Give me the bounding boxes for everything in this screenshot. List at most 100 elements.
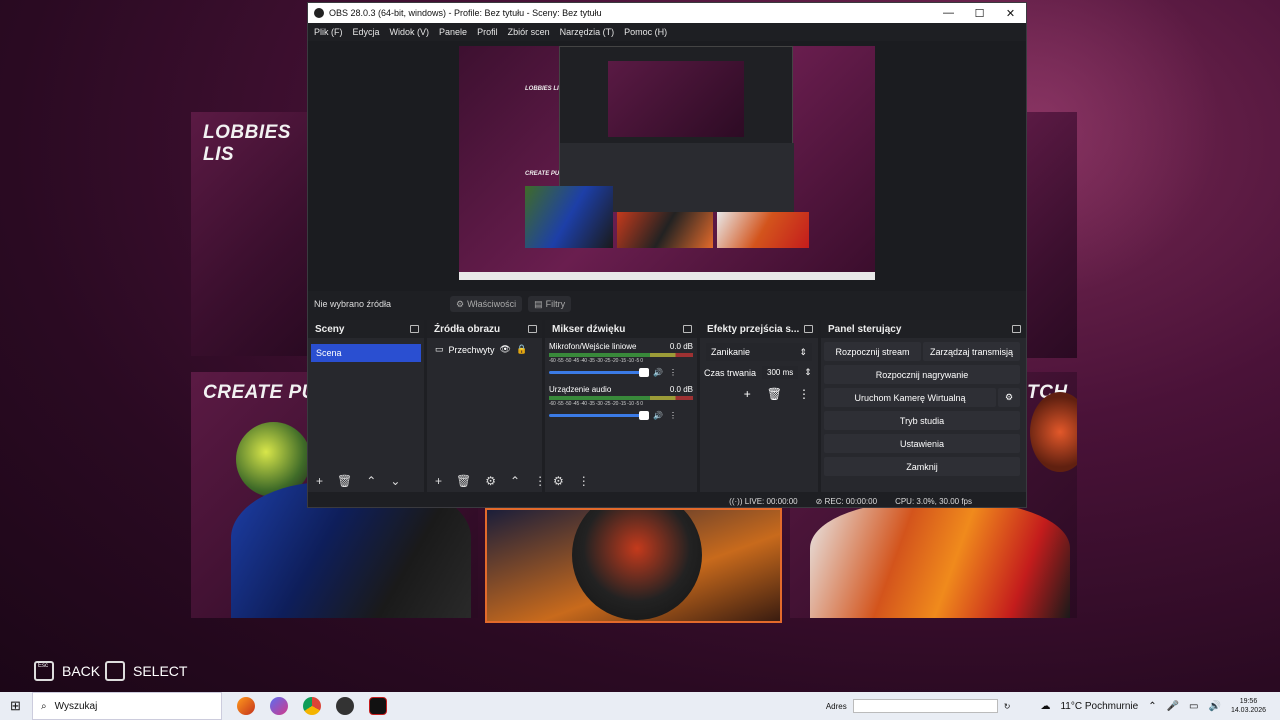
refresh-icon[interactable]: ↻ xyxy=(1004,702,1011,711)
network-icon[interactable]: ▭ xyxy=(1189,701,1198,712)
chrome-icon[interactable] xyxy=(303,697,321,715)
close-button[interactable]: ✕ xyxy=(995,7,1026,20)
chevron-up-icon[interactable]: ⌃ xyxy=(1148,701,1156,712)
exit-button[interactable]: Zamknij xyxy=(824,457,1020,476)
add-icon[interactable]: + xyxy=(744,387,751,401)
add-icon[interactable]: + xyxy=(316,474,323,488)
clock[interactable]: 19:56 14.03.2026 xyxy=(1231,697,1266,715)
search-placeholder: Wyszukaj xyxy=(54,700,98,712)
scene-item[interactable]: Scena xyxy=(311,344,421,362)
undock-icon[interactable] xyxy=(1012,325,1021,333)
minimize-button[interactable]: — xyxy=(933,7,964,20)
menu-scene-collection[interactable]: Zbiór scen xyxy=(508,27,550,37)
nested-inner-preview xyxy=(608,61,744,137)
undock-icon[interactable] xyxy=(528,325,537,333)
preview-taskbar xyxy=(459,272,875,280)
game-taskbar-icon[interactable] xyxy=(369,697,387,715)
stepper-icon[interactable]: ⇕ xyxy=(804,367,812,378)
add-icon[interactable]: + xyxy=(435,474,442,488)
obs-titlebar[interactable]: OBS 28.0.3 (64-bit, windows) - Profile: … xyxy=(308,3,1026,23)
transition-value: Zanikanie xyxy=(711,347,751,357)
volume-slider[interactable] xyxy=(549,368,649,377)
properties-button[interactable]: ⚙ Właściwości xyxy=(450,296,523,312)
transition-select[interactable]: Zanikanie ⇕ xyxy=(706,343,812,361)
speaker-icon[interactable]: 🔊 xyxy=(653,368,663,377)
kebab-menu-icon[interactable]: ⋮ xyxy=(578,474,590,488)
speaker-icon[interactable]: 🔊 xyxy=(653,411,663,420)
microphone-icon[interactable]: 🎤 xyxy=(1167,701,1179,712)
chevron-up-icon[interactable]: ⌃ xyxy=(510,474,520,488)
program-preview[interactable]: LOBBIES LIS CREATE PUE xyxy=(459,46,875,280)
obs-taskbar-icon[interactable] xyxy=(336,697,354,715)
messenger-icon[interactable] xyxy=(270,697,288,715)
studio-mode-button[interactable]: Tryb studia xyxy=(824,411,1020,430)
lock-icon[interactable]: 🔒 xyxy=(516,344,527,355)
right-top-card[interactable] xyxy=(1027,112,1077,358)
kebab-menu-icon[interactable]: ⋮ xyxy=(798,387,810,401)
menu-docks[interactable]: Panele xyxy=(439,27,467,37)
eye-icon[interactable]: 👁 xyxy=(500,344,511,355)
taskbar-search[interactable]: ⌕ Wyszukaj xyxy=(32,692,222,720)
meter-ticks: -60 -55 -50 -45 -40 -35 -30 -25 -20 -15 … xyxy=(549,401,643,407)
address-toolbar: Adres ↻ xyxy=(826,699,1011,713)
chevron-down-icon[interactable]: ⌄ xyxy=(390,474,400,488)
start-stream-button[interactable]: Rozpocznij stream xyxy=(824,342,921,361)
select-label: SELECT xyxy=(133,663,188,679)
broadcast-icon: ((·)) xyxy=(729,496,745,506)
virtual-camera-settings-icon[interactable]: ⚙ xyxy=(998,388,1020,407)
trash-icon[interactable]: 🗑 xyxy=(767,387,782,401)
undock-icon[interactable] xyxy=(804,325,813,333)
obs-window: OBS 28.0.3 (64-bit, windows) - Profile: … xyxy=(307,2,1027,508)
manage-broadcast-button[interactable]: Zarządzaj transmisją xyxy=(923,342,1020,361)
lobbies-list-card[interactable]: LOBBIES LIS xyxy=(191,112,308,356)
select-hint[interactable]: SELECT xyxy=(105,661,187,681)
kebab-menu-icon[interactable]: ⋮ xyxy=(669,411,677,420)
duration-input[interactable]: 300 ms xyxy=(762,366,799,379)
menu-tools[interactable]: Narzędzia (T) xyxy=(560,27,615,37)
source-item[interactable]: ▭ Przechwyty 👁 🔒 xyxy=(435,344,538,355)
start-button-icon[interactable]: ⊞ xyxy=(10,698,21,714)
audio-mixer-dock: Mikser dźwięku Mikrofon/Wejście liniowe 0… xyxy=(545,320,697,492)
weather-text[interactable]: 11°C Pochmurnie xyxy=(1060,701,1138,712)
updown-icon: ⇕ xyxy=(799,346,807,357)
mixer-channel-desktop: Urządzenie audio 0.0 dB -60 -55 -50 -45 -… xyxy=(545,381,697,420)
sources-title: Źródła obrazu xyxy=(434,323,501,335)
volume-icon[interactable]: 🔊 xyxy=(1209,701,1221,712)
filters-button[interactable]: ▤ Filtry xyxy=(528,296,572,312)
channel-level: 0.0 dB xyxy=(669,385,693,394)
cpu-status: CPU: 3.0%, 30.00 fps xyxy=(895,496,972,506)
gear-icon: ⚙ xyxy=(456,298,465,309)
source-toolbar: Nie wybrano źródła ⚙ Właściwości ▤ Filtry xyxy=(308,293,1026,315)
maximize-button[interactable]: ☐ xyxy=(964,7,995,20)
menu-file[interactable]: Plik (F) xyxy=(314,27,343,37)
slider-handle[interactable] xyxy=(639,411,649,420)
filter-icon: ▤ xyxy=(534,298,543,309)
back-hint[interactable]: Esc BACK xyxy=(34,661,100,681)
selected-rider-card[interactable] xyxy=(485,508,782,623)
trash-icon[interactable]: 🗑 xyxy=(456,474,471,488)
settings-button[interactable]: Ustawienia xyxy=(824,434,1020,453)
menu-edit[interactable]: Edycja xyxy=(353,27,380,37)
esc-key-label: Esc xyxy=(38,663,49,669)
volume-slider[interactable] xyxy=(549,411,649,420)
menu-view[interactable]: Widok (V) xyxy=(390,27,430,37)
menu-help[interactable]: Pomoc (H) xyxy=(624,27,667,37)
address-input[interactable] xyxy=(852,699,998,713)
mixer-title: Mikser dźwięku xyxy=(552,323,626,335)
chevron-up-icon[interactable]: ⌃ xyxy=(366,474,376,488)
start-virtual-camera-button[interactable]: Uruchom Kamerę Wirtualną xyxy=(824,388,996,407)
ktm-rider-image xyxy=(572,510,702,620)
esc-key-icon: Esc xyxy=(34,661,54,681)
preview-lobbies-label: LOBBIES LIS xyxy=(525,86,563,92)
slider-handle[interactable] xyxy=(639,368,649,377)
start-recording-button[interactable]: Rozpocznij nagrywanie xyxy=(824,365,1020,384)
trash-icon[interactable]: 🗑 xyxy=(337,474,352,488)
firefox-icon[interactable] xyxy=(237,697,255,715)
gear-icon[interactable]: ⚙ xyxy=(485,474,496,488)
advanced-audio-icon[interactable]: ⚙ xyxy=(553,474,564,488)
kebab-menu-icon[interactable]: ⋮ xyxy=(669,368,677,377)
channel-level: 0.0 dB xyxy=(669,342,693,351)
undock-icon[interactable] xyxy=(410,325,419,333)
menu-profile[interactable]: Profil xyxy=(477,27,498,37)
undock-icon[interactable] xyxy=(683,325,692,333)
